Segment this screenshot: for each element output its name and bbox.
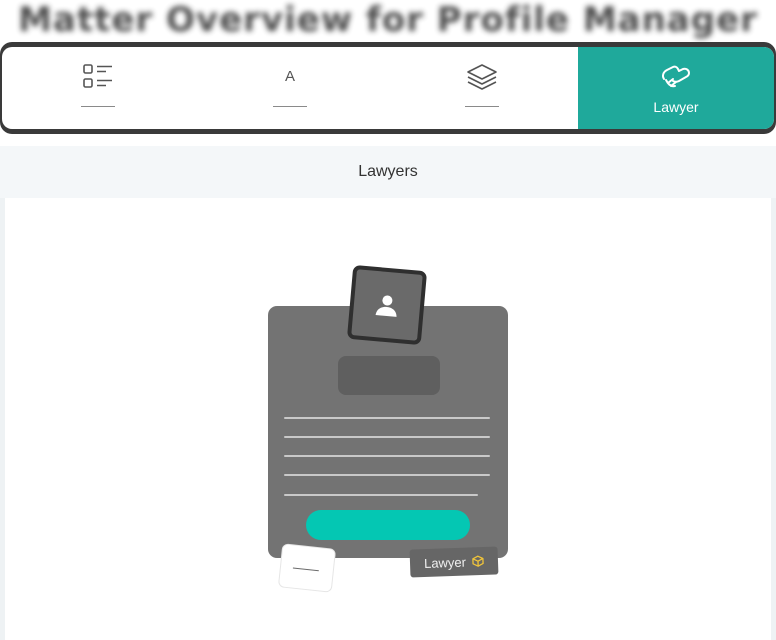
tab-list[interactable] <box>2 47 194 129</box>
tab-text-letter: A <box>284 68 295 85</box>
lawyers-panel: Lawyers Lawyer <box>0 146 776 640</box>
cube-icon <box>472 555 484 567</box>
profile-card <box>268 306 508 558</box>
lawyer-tag: Lawyer <box>409 546 499 578</box>
tab-layers[interactable] <box>386 47 578 129</box>
checklist-icon <box>82 62 114 92</box>
handshake-icon <box>659 62 693 92</box>
page-title: Matter Overview for Profile Manager <box>18 0 758 40</box>
letter-a-icon: A <box>285 62 295 92</box>
card-action-button[interactable] <box>306 510 470 540</box>
layers-icon <box>465 62 499 92</box>
page: Matter Overview for Profile Manager A La… <box>0 0 776 640</box>
lawyer-tag-label: Lawyer <box>423 554 467 571</box>
card-text-line <box>284 417 490 419</box>
panel-body: Lawyer <box>5 198 771 640</box>
empty-state-illustration: Lawyer <box>5 198 771 640</box>
tab-lawyer[interactable]: Lawyer <box>578 47 774 129</box>
tab-bar: A Lawyer <box>2 47 774 129</box>
paper-note-line <box>292 567 319 572</box>
card-text-line <box>284 436 490 438</box>
avatar <box>346 264 428 346</box>
user-icon <box>375 295 397 317</box>
tab-text[interactable]: A <box>194 47 386 129</box>
card-text-line <box>284 494 478 496</box>
tab-list-underline <box>81 106 115 107</box>
card-name-placeholder <box>338 356 440 395</box>
card-text-line <box>284 455 490 457</box>
tabs-frame: A Lawyer <box>0 42 776 134</box>
tab-text-underline <box>273 106 307 107</box>
tab-lawyer-label: Lawyer <box>653 99 699 115</box>
card-text-line <box>284 474 490 476</box>
panel-title: Lawyers <box>0 146 776 198</box>
paper-note <box>278 544 336 592</box>
tab-layers-underline <box>465 106 499 107</box>
